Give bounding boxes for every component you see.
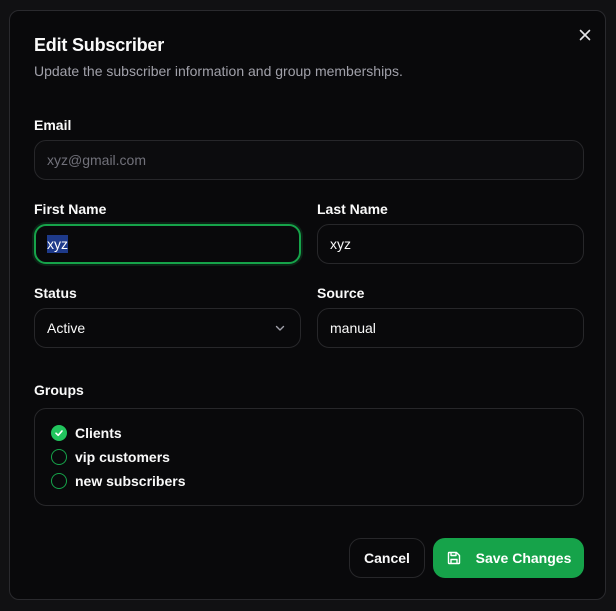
first-name-field[interactable]: xyz [34,224,301,264]
save-icon [447,551,460,565]
dialog-subtitle: Update the subscriber information and gr… [34,63,403,79]
last-name-value: xyz [330,236,351,252]
group-item-clients[interactable]: Clients [51,424,122,442]
group-label-clients: Clients [75,425,122,441]
save-button-label: Save Changes [475,550,572,566]
email-label: Email [34,117,72,133]
dialog-title: Edit Subscriber [34,35,165,55]
groups-label: Groups [34,382,84,398]
source-value: manual [330,320,376,336]
check-icon [55,430,63,437]
group-item-vip-customers[interactable]: vip customers [51,448,170,466]
status-label: Status [34,285,77,301]
group-label-vip-customers: vip customers [75,449,170,465]
close-button[interactable] [577,27,593,43]
email-field[interactable]: xyz@gmail.com [34,140,584,180]
save-changes-button[interactable]: Save Changes [433,538,584,578]
cancel-button-label: Cancel [364,550,410,566]
close-icon [579,29,591,41]
edit-subscriber-dialog: Edit Subscriber Update the subscriber in… [9,10,606,600]
email-value: xyz@gmail.com [47,152,147,168]
source-label: Source [317,285,365,301]
last-name-label: Last Name [317,201,388,217]
status-value: Active [47,320,86,336]
group-label-new-subscribers: new subscribers [75,473,186,489]
cancel-button[interactable]: Cancel [349,538,425,578]
status-select[interactable]: Active [34,308,301,348]
group-item-new-subscribers[interactable]: new subscribers [51,472,186,490]
first-name-label: First Name [34,201,107,217]
last-name-field[interactable]: xyz [317,224,584,264]
group-checkbox-clients[interactable] [51,425,67,441]
groups-list: Clients vip customers new subscribers [34,408,584,506]
group-checkbox-new-subscribers[interactable] [51,473,67,489]
group-checkbox-vip-customers[interactable] [51,449,67,465]
first-name-value: xyz [47,235,68,253]
chevron-down-icon [275,325,285,331]
source-field[interactable]: manual [317,308,584,348]
